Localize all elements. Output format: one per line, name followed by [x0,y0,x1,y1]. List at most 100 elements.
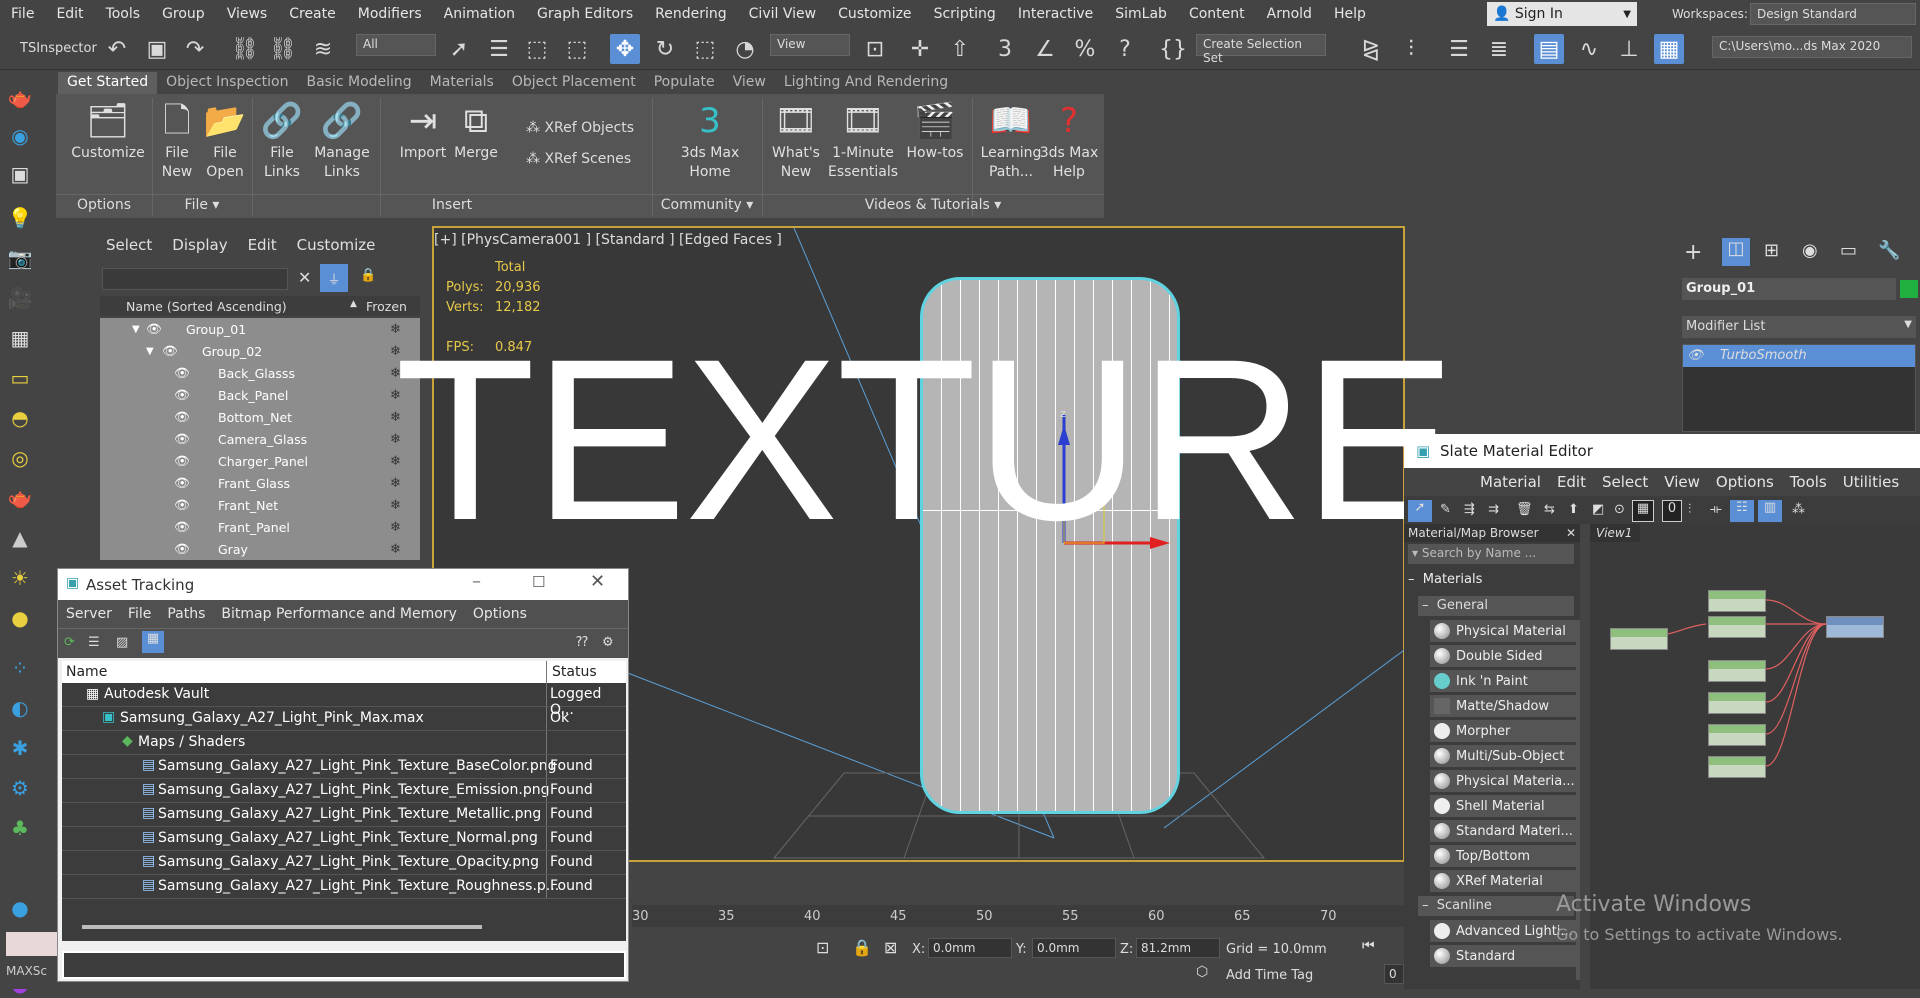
asset-menu-file[interactable]: File [120,606,159,622]
slate-menu-tools[interactable]: Tools [1782,473,1835,491]
teapot-prim-icon[interactable]: 🫖 [6,484,34,512]
scene-row[interactable]: 👁 Back_Panel ❄ [100,384,420,406]
eye-icon[interactable]: 👁 [174,541,190,557]
horizontal-scrollbar[interactable] [82,925,482,929]
compass-icon[interactable]: ✱ [6,734,34,762]
select-tool-icon[interactable]: ➚ [1408,500,1432,522]
sign-in-dropdown[interactable]: 👤 Sign In ▼ [1487,2,1637,26]
lock-icon[interactable]: 🔒 [852,938,872,957]
material-editor-icon[interactable]: ▦ [1654,34,1684,64]
table-row[interactable]: ▤ Samsung_Galaxy_A27_Light_Pink_Texture_O… [62,851,626,875]
hide-unused-icon[interactable]: ⬆ [1568,502,1579,517]
table-row[interactable]: ▦ Autodesk Vault Logged O... [62,683,626,718]
workspace-dropdown[interactable]: Design Standard [1750,3,1916,25]
x-coord-field[interactable]: 0.0mm [928,938,1012,958]
menu-customize[interactable]: Customize [827,6,923,22]
bind-spacewarp-icon[interactable]: ≋ [308,34,338,64]
file-links-button[interactable]: 🔗 File Links [256,98,308,182]
eye-icon[interactable]: 👁 [174,387,190,403]
asset-menu-paths[interactable]: Paths [159,606,213,622]
menu-views[interactable]: Views [216,6,279,22]
keyboard-shortcut-icon[interactable]: ⇧ [945,34,975,64]
xref-scenes-button[interactable]: ⁂ XRef Scenes [526,151,631,167]
menu-rendering[interactable]: Rendering [644,6,738,22]
y-coord-field[interactable]: 0.0mm [1032,938,1116,958]
scene-row[interactable]: ▼ 👁 Group_01 ❄ [100,318,420,340]
link-icon[interactable]: ⛓ [230,34,260,64]
percent-snap-icon[interactable]: % [1070,34,1100,64]
col-name[interactable]: Name [66,664,107,680]
table-row[interactable]: ▤ Samsung_Galaxy_A27_Light_Pink_Texture_B… [62,755,626,779]
tab-lighting-rendering[interactable]: Lighting And Rendering [775,72,957,94]
eye-icon[interactable]: 👁 [174,453,190,469]
eye-icon[interactable]: 👁 [174,431,190,447]
project-path-dropdown[interactable]: C:\Users\mo...ds Max 2020 [1712,36,1912,58]
eye-icon[interactable]: 👁 [1687,348,1720,363]
eye-icon[interactable]: 👁 [174,409,190,425]
import-button[interactable]: ⇥ Import [398,98,448,163]
scene-row[interactable]: 👁 Frant_Glass ❄ [100,472,420,494]
bitmap-node[interactable] [1708,660,1766,682]
eye-icon[interactable]: 👁 [174,519,190,535]
tab-object-inspection[interactable]: Object Inspection [157,72,297,94]
customize-button[interactable]: 🗂 Customize [66,98,150,163]
list-item[interactable]: Matte/Shadow [1430,695,1576,717]
tab-basic-modeling[interactable]: Basic Modeling [297,72,420,94]
max-home-button[interactable]: 3 3ds Max Home [660,98,760,182]
layout-icon[interactable]: ⫶ [1688,502,1691,517]
snaps-toggle-icon[interactable]: 3 [990,34,1020,64]
menu-help[interactable]: Help [1323,6,1377,22]
scene-search-input[interactable] [102,268,288,290]
materials-group[interactable]: – Materials [1408,572,1574,587]
menu-arnold[interactable]: Arnold [1256,6,1323,22]
lock-icon[interactable]: 🔒 [360,268,376,283]
list-item[interactable]: Top/Bottom [1430,845,1576,867]
eye-icon[interactable]: 👁 [174,475,190,491]
general-group[interactable]: – General [1418,596,1574,616]
file-open-button[interactable]: 📂 File Open [202,98,248,182]
table-row[interactable]: ▤ Samsung_Galaxy_A27_Light_Pink_Texture_E… [62,779,626,803]
manipulate-icon[interactable]: ✛ [905,34,935,64]
checker-icon[interactable]: ▦ [1632,500,1654,522]
bitmap-node[interactable] [1708,590,1766,612]
object-color-swatch[interactable] [1900,280,1918,298]
help-button[interactable]: ? 3ds Max Help [1036,98,1102,182]
scene-row[interactable]: 👁 Back_Glasss ❄ [100,362,420,384]
eye-icon[interactable]: 👁 [174,365,190,381]
menu-modifiers[interactable]: Modifiers [347,6,433,22]
path-input[interactable] [62,951,626,979]
display-icon[interactable]: ▭ [1840,240,1857,261]
create-icon[interactable]: + [1684,240,1702,265]
settings-icon[interactable]: ⚙ [602,635,614,650]
select-by-material-icon[interactable]: ⁂ [1792,502,1805,517]
camera-icon[interactable]: 📷 [6,244,34,272]
col-status[interactable]: Status [552,664,597,680]
delete-icon[interactable]: 🗑 [1516,502,1533,517]
motion-icon[interactable]: ◉ [1802,240,1818,261]
table-row[interactable]: ▤ Samsung_Galaxy_A27_Light_Pink_Texture_R… [62,875,626,899]
file-new-button[interactable]: 🗋 File New [154,98,200,182]
menu-civil-view[interactable]: Civil View [738,6,827,22]
node-count[interactable]: 0 [1662,500,1682,522]
unlink-icon[interactable]: ⛓ [268,34,298,64]
list-item[interactable]: Multi/Sub-Object [1430,745,1576,767]
eyedropper-icon[interactable]: ✎ [1440,502,1451,517]
align-icon[interactable]: ⫶ [1396,34,1426,64]
menu-animation[interactable]: Animation [433,6,526,22]
selection-lock-icon[interactable]: ⊡ [816,938,829,957]
eye-icon[interactable]: 👁 [146,321,162,337]
curve-editor-icon[interactable]: ∿ [1574,34,1604,64]
torus-icon[interactable]: ◎ [6,444,34,472]
close-icon[interactable]: ✕ [590,571,605,592]
menu-tools[interactable]: Tools [95,6,152,22]
paint-icon[interactable]: ◉ [6,122,34,150]
light-icon[interactable]: 💡 [6,204,34,232]
table-row[interactable]: ▤ Samsung_Galaxy_A27_Light_Pink_Texture_N… [62,827,626,851]
video-camera-icon[interactable]: 🎥 [6,284,34,312]
assign-material-icon[interactable]: ⇶ [1464,502,1475,517]
reference-coord-dropdown[interactable]: View [770,34,850,56]
selection-set-dropdown[interactable]: Create Selection Set [1196,34,1326,65]
selection-filter-dropdown[interactable]: All [356,34,436,56]
scene-row[interactable]: 👁 Frant_Net ❄ [100,494,420,516]
manage-links-button[interactable]: 🔗 Manage Links [310,98,374,182]
